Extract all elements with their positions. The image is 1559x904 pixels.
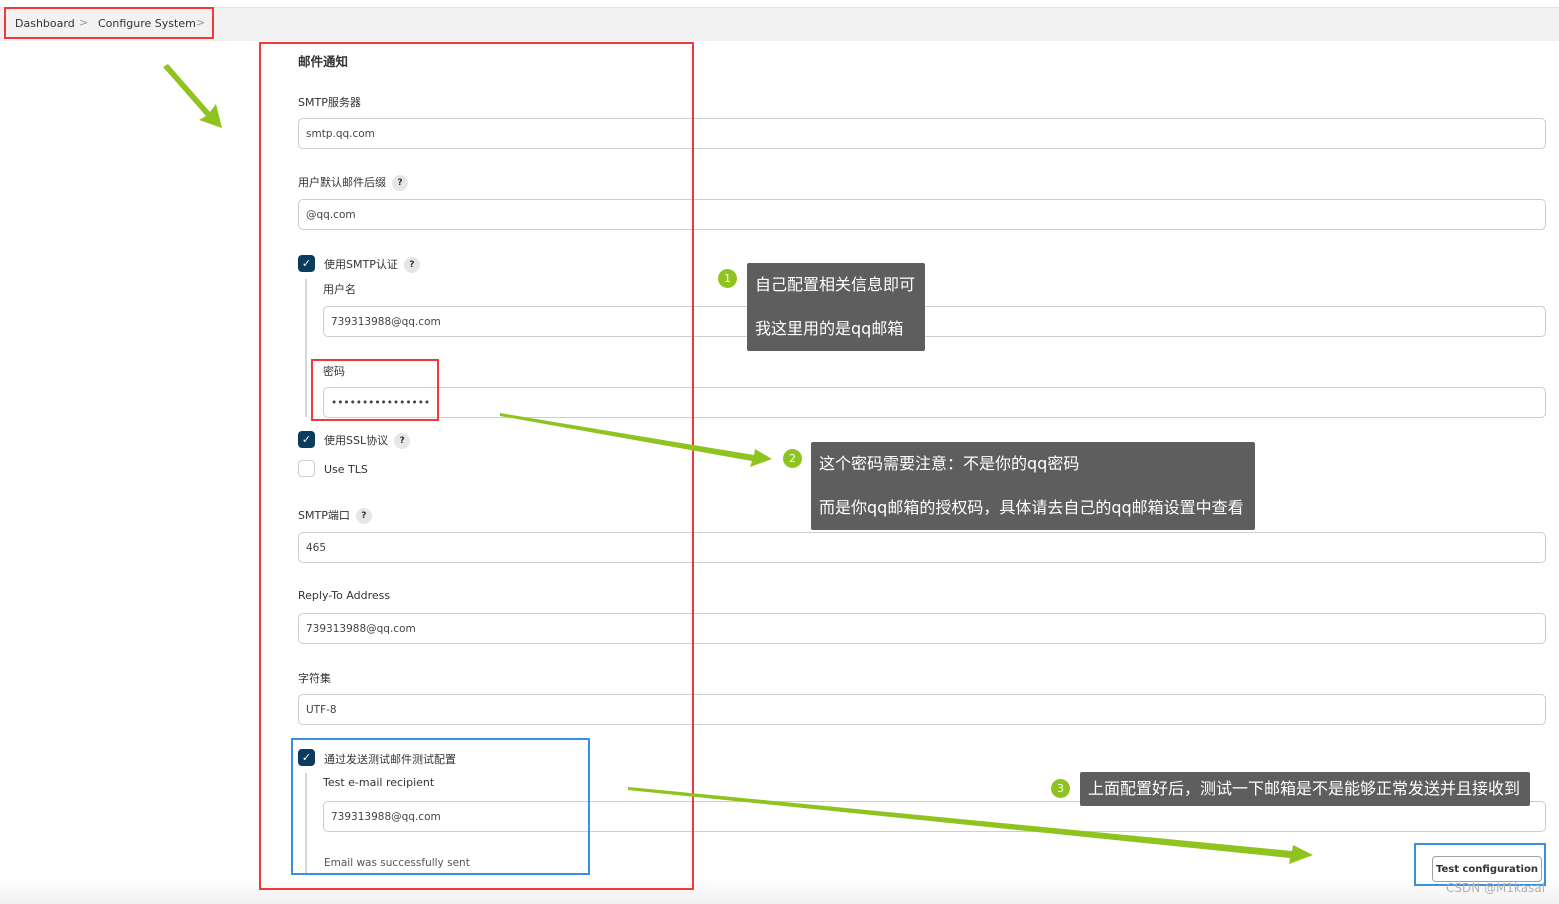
arrow-icon [628,787,1313,864]
arrow-icon [163,64,222,128]
arrow-icon [500,413,772,467]
annotation-arrows [163,64,1313,864]
